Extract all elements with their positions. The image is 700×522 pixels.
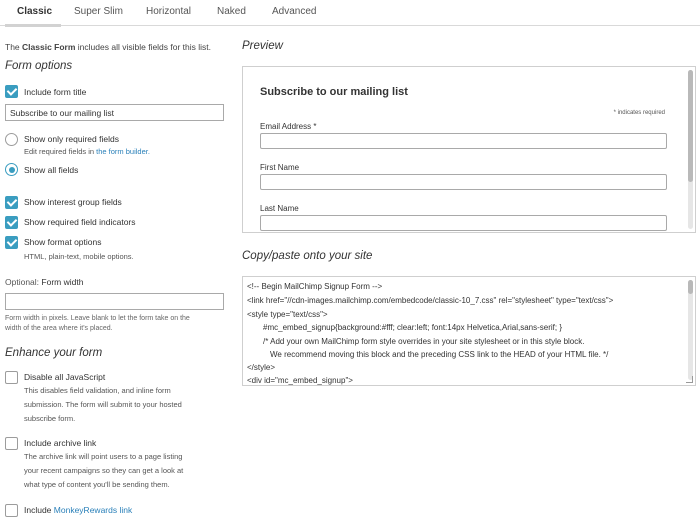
email-label: Email Address *: [260, 122, 317, 131]
format-options-help: HTML, plain-text, mobile options.: [24, 252, 134, 261]
tab-naked[interactable]: Naked: [217, 6, 246, 17]
description-line: submission. The form will submit to your…: [24, 400, 182, 409]
form-width-help-line: Form width in pixels. Leave blank to let…: [5, 315, 190, 322]
resize-handle[interactable]: [686, 376, 693, 383]
preview-scroll-thumb[interactable]: [688, 70, 693, 182]
first-name-label: First Name: [260, 163, 300, 172]
monkey-rewards-prefix: Include: [24, 505, 52, 515]
tab-classic[interactable]: Classic: [17, 6, 52, 17]
interest-groups-checkbox[interactable]: [5, 196, 18, 209]
description-line: This disables field validation, and inli…: [24, 386, 171, 395]
archive-link-checkbox[interactable]: [5, 437, 18, 450]
code-line: We recommend moving this block and the p…: [270, 350, 609, 359]
disable-js-checkbox[interactable]: [5, 371, 18, 384]
tab-super-slim[interactable]: Super Slim: [74, 6, 123, 17]
form-width-label: Optional: Form width: [5, 277, 83, 287]
code-line: /* Add your own MailChimp form style ove…: [263, 337, 585, 346]
tab-advanced[interactable]: Advanced: [272, 6, 316, 17]
code-line: <div id="mc_embed_signup">: [247, 376, 353, 385]
code-line: #mc_embed_signup{background:#fff; clear:…: [263, 323, 562, 332]
disable-js-description: This disables field validation, and inli…: [24, 384, 182, 426]
include-title-label: Include form title: [24, 87, 87, 97]
enhance-heading: Enhance your form: [5, 347, 103, 359]
archive-link-label: Include archive link: [24, 438, 97, 448]
form-title-input[interactable]: [5, 104, 224, 121]
form-width-help-line: width of the area where it's placed.: [5, 325, 113, 332]
code-line: <link href="//cdn-images.mailchimp.com/e…: [247, 296, 614, 305]
intro-form-name: Classic Form: [22, 42, 76, 52]
last-name-label: Last Name: [260, 204, 299, 213]
description-line: your recent campaigns so they can get a …: [24, 466, 184, 475]
description-line: what type of content you'll be sending t…: [24, 480, 170, 489]
form-options-heading: Form options: [5, 60, 73, 72]
intro-prefix: The: [5, 42, 20, 52]
show-required-label: Show only required fields: [24, 134, 119, 144]
preview-form-title: Subscribe to our mailing list: [260, 86, 408, 98]
copy-paste-heading: Copy/paste onto your site: [242, 250, 373, 262]
show-required-radio[interactable]: [5, 133, 18, 146]
first-name-field[interactable]: [260, 174, 667, 190]
required-indicators-label: Show required field indicators: [24, 217, 136, 227]
preview-scrollbar[interactable]: [688, 70, 693, 229]
optional-tag: Optional:: [5, 277, 40, 287]
embed-form-tabs: Classic Super Slim Horizontal Naked Adva…: [0, 0, 700, 27]
form-intro-text: The Classic Form includes all visible fi…: [5, 42, 211, 52]
last-name-field[interactable]: [260, 215, 667, 231]
required-indicator-note: * indicates required: [613, 110, 665, 116]
code-line: <style type="text/css">: [247, 310, 328, 319]
form-width-title: Form width: [41, 277, 84, 287]
required-indicators-checkbox[interactable]: [5, 216, 18, 229]
form-width-input[interactable]: [5, 293, 224, 310]
code-line: </style>: [247, 363, 276, 372]
format-options-checkbox[interactable]: [5, 236, 18, 249]
code-scroll-thumb[interactable]: [688, 280, 693, 294]
description-line: subscribe form.: [24, 414, 76, 423]
embed-code-textarea[interactable]: <!-- Begin MailChimp Signup Form --> <li…: [242, 276, 696, 386]
monkey-rewards-link[interactable]: MonkeyRewards link: [54, 505, 132, 515]
show-required-help: Edit required fields in the form builder…: [24, 147, 150, 156]
email-field[interactable]: [260, 133, 667, 149]
preview-heading: Preview: [242, 40, 283, 52]
intro-suffix: includes all visible fields for this lis…: [77, 42, 212, 52]
show-required-help-text: Edit required fields in: [24, 147, 95, 156]
monkey-rewards-label: Include MonkeyRewards link: [24, 505, 132, 515]
active-tab-indicator: [5, 24, 61, 27]
show-all-radio[interactable]: [5, 163, 18, 176]
form-preview: Subscribe to our mailing list * indicate…: [242, 66, 696, 233]
form-builder-link[interactable]: the form builder.: [96, 147, 150, 156]
interest-groups-label: Show interest group fields: [24, 197, 122, 207]
archive-link-description: The archive link will point users to a p…: [24, 450, 183, 492]
show-all-label: Show all fields: [24, 165, 79, 175]
form-width-help: Form width in pixels. Leave blank to let…: [5, 314, 190, 334]
include-title-checkbox[interactable]: [5, 85, 18, 98]
format-options-label: Show format options: [24, 237, 102, 247]
code-line: <!-- Begin MailChimp Signup Form -->: [247, 282, 383, 291]
code-scrollbar[interactable]: [688, 280, 693, 380]
description-line: The archive link will point users to a p…: [24, 452, 183, 461]
monkey-rewards-checkbox[interactable]: [5, 504, 18, 517]
disable-js-label: Disable all JavaScript: [24, 372, 106, 382]
tab-horizontal[interactable]: Horizontal: [146, 6, 191, 17]
